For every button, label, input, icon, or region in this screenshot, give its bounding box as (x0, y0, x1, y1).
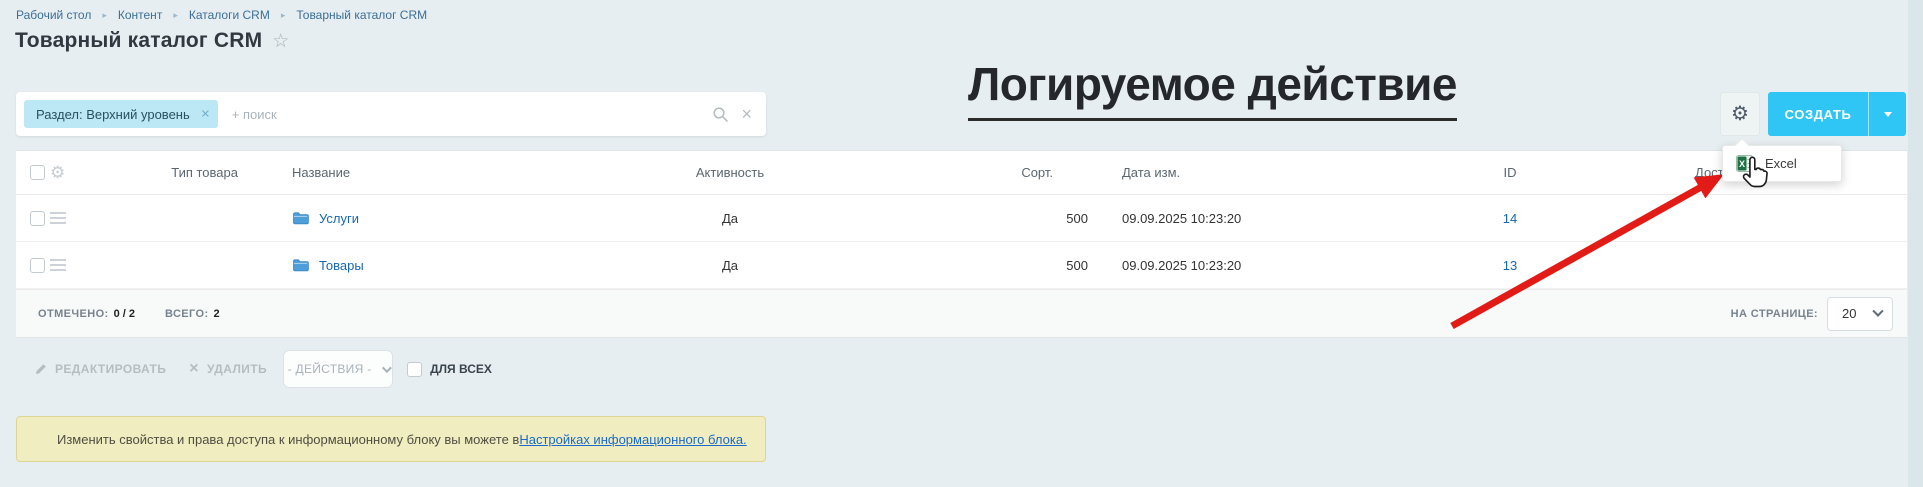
excel-icon: X (1736, 155, 1753, 172)
cell-modified: 09.09.2025 10:23:20 (1100, 211, 1360, 226)
row-checkbox[interactable] (30, 211, 45, 226)
create-button[interactable]: СОЗДАТЬ (1768, 92, 1906, 136)
settings-button[interactable]: ⚙ (1720, 92, 1760, 136)
breadcrumb-item-catalogs[interactable]: Каталоги CRM (189, 8, 297, 22)
column-header-sort[interactable]: Сорт. (820, 165, 1100, 180)
filter-chip[interactable]: Раздел: Верхний уровень × (24, 100, 218, 128)
per-page-value: 20 (1842, 306, 1856, 321)
iblock-notice: Изменить свойства и права доступа к инфо… (16, 416, 766, 462)
scrollbar-track[interactable] (1908, 0, 1923, 487)
create-dropdown-toggle[interactable] (1868, 92, 1906, 136)
per-page-select[interactable]: 20 (1827, 297, 1893, 331)
filter-icons: × (712, 105, 752, 123)
settings-dropdown: X Excel (1722, 145, 1842, 182)
caret-down-icon (1884, 112, 1892, 121)
delete-button-label: УДАЛИТЬ (207, 362, 267, 376)
per-page-label: НА СТРАНИЦЕ: (1731, 308, 1818, 320)
delete-button[interactable]: × УДАЛИТЬ (189, 361, 267, 377)
select-all-checkbox[interactable] (30, 165, 45, 180)
table-row: Товары Да 500 09.09.2025 10:23:20 13 (16, 242, 1907, 289)
dropdown-notch (1735, 138, 1749, 152)
actions-select-label: - ДЕЙСТВИЯ - (288, 362, 372, 376)
notice-text: Изменить свойства и права доступа к инфо… (57, 432, 519, 447)
favorite-star-icon[interactable]: ☆ (272, 32, 289, 51)
drag-handle-icon[interactable] (50, 212, 66, 214)
total-label: ВСЕГО: (165, 308, 209, 320)
menu-item-excel[interactable]: X Excel (1736, 155, 1797, 172)
checked-value: 0 / 2 (114, 308, 135, 320)
title-row: Товарный каталог CRM ☆ (15, 29, 289, 53)
excel-label: Excel (1765, 156, 1797, 171)
search-input[interactable] (232, 107, 713, 122)
chevron-down-icon (1872, 305, 1883, 316)
cell-sort: 500 (820, 258, 1100, 273)
folder-icon (292, 258, 309, 272)
actions-select[interactable]: - ДЕЙСТВИЯ - (283, 350, 393, 388)
table-row: Услуги Да 500 09.09.2025 10:23:20 14 (16, 195, 1907, 242)
search-clear-icon[interactable]: × (741, 105, 752, 123)
for-all-group: ДЛЯ ВСЕХ (407, 362, 492, 377)
row-checkbox[interactable] (30, 258, 45, 273)
for-all-label: ДЛЯ ВСЕХ (430, 362, 492, 376)
notice-settings-link[interactable]: Настройках информационного блока. (519, 432, 746, 447)
page: Рабочий стол Контент Каталоги CRM Товарн… (0, 0, 1923, 487)
grid-settings-icon[interactable]: ⚙ (50, 163, 65, 182)
edit-button[interactable]: РЕДАКТИРОВАТЬ (35, 362, 166, 376)
close-icon: × (189, 361, 199, 377)
svg-text:X: X (1739, 159, 1745, 169)
filter-bar: Раздел: Верхний уровень × × (16, 92, 766, 136)
column-header-activity[interactable]: Активность (640, 165, 820, 180)
column-header-name[interactable]: Название (262, 165, 640, 180)
chip-close-icon[interactable]: × (201, 106, 210, 123)
annotation-heading: Логируемое действие (968, 57, 1457, 121)
column-header-id[interactable]: ID (1360, 165, 1660, 180)
grid-header-row: ⚙ Тип товара Название Активность Сорт. Д… (16, 151, 1907, 195)
row-name-link[interactable]: Услуги (319, 211, 359, 226)
cell-activity: Да (640, 211, 820, 226)
column-header-type[interactable]: Тип товара (86, 165, 262, 180)
product-grid: ⚙ Тип товара Название Активность Сорт. Д… (16, 150, 1907, 338)
create-button-label: СОЗДАТЬ (1768, 107, 1868, 122)
actions-row: РЕДАКТИРОВАТЬ × УДАЛИТЬ - ДЕЙСТВИЯ - ДЛЯ… (16, 346, 492, 392)
filter-chip-label: Раздел: Верхний уровень (36, 107, 190, 122)
pencil-icon (35, 363, 47, 375)
breadcrumb: Рабочий стол Контент Каталоги CRM Товарн… (16, 8, 427, 22)
column-header-modified[interactable]: Дата изм. (1100, 165, 1360, 180)
for-all-checkbox[interactable] (407, 362, 422, 377)
breadcrumb-item-content[interactable]: Контент (118, 8, 189, 22)
row-id-link[interactable]: 14 (1503, 211, 1517, 226)
total-value: 2 (214, 308, 220, 320)
cell-sort: 500 (820, 211, 1100, 226)
edit-button-label: РЕДАКТИРОВАТЬ (55, 362, 166, 376)
cell-activity: Да (640, 258, 820, 273)
breadcrumb-item-desktop[interactable]: Рабочий стол (16, 8, 118, 22)
gear-icon: ⚙ (1731, 104, 1749, 124)
cell-modified: 09.09.2025 10:23:20 (1100, 258, 1360, 273)
chevron-down-icon (381, 363, 391, 373)
folder-icon (292, 211, 309, 225)
breadcrumb-item-current[interactable]: Товарный каталог CRM (296, 8, 427, 22)
grid-footer: ОТМЕЧЕНО: 0 / 2 ВСЕГО: 2 НА СТРАНИЦЕ: 20 (16, 289, 1907, 338)
page-title: Товарный каталог CRM (15, 29, 262, 53)
search-icon[interactable] (712, 106, 729, 123)
drag-handle-icon[interactable] (50, 259, 66, 261)
row-name-link[interactable]: Товары (319, 258, 364, 273)
checked-label: ОТМЕЧЕНО: (38, 308, 109, 320)
row-id-link[interactable]: 13 (1503, 258, 1517, 273)
